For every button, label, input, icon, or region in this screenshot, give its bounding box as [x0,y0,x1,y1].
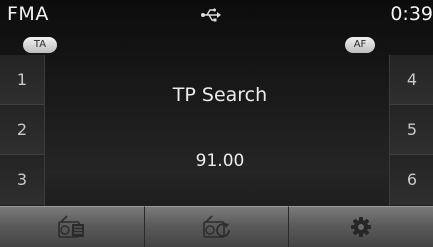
radio-scan-button[interactable] [143,206,289,247]
preset-button-6[interactable]: 6 [390,155,433,205]
usb-icon [200,7,222,22]
preset-label: 6 [406,170,418,189]
radio-list-button[interactable] [0,206,144,247]
preset-label: 1 [16,70,28,89]
preset-button-5[interactable]: 5 [390,105,433,155]
gear-icon [349,215,373,243]
bottom-bar [0,206,433,247]
preset-column-right: 4 5 6 [389,55,433,206]
preset-button-3[interactable]: 3 [0,155,44,205]
frequency-display: 91.00 [195,151,245,171]
radio-list-icon [57,215,87,243]
status-bar: FMA 0:39 [0,0,433,30]
band-label: FMA [7,3,49,25]
preset-label: 4 [406,70,418,89]
preset-button-2[interactable]: 2 [0,105,44,155]
settings-button[interactable] [288,206,433,247]
tp-search-message: TP Search [172,84,268,106]
preset-label: 3 [16,170,28,189]
preset-label: 5 [406,120,418,139]
radio-scan-icon [202,215,232,243]
preset-column-left: 1 2 3 [0,55,45,206]
preset-button-4[interactable]: 4 [390,55,433,105]
af-toggle[interactable]: AF [345,37,375,53]
preset-button-1[interactable]: 1 [0,55,44,105]
radio-screen: FMA 0:39 TA AF 1 2 3 4 5 6 TP Search 91.… [0,0,433,247]
ta-toggle[interactable]: TA [23,37,57,53]
clock: 0:39 [390,3,433,25]
preset-label: 2 [16,120,28,139]
